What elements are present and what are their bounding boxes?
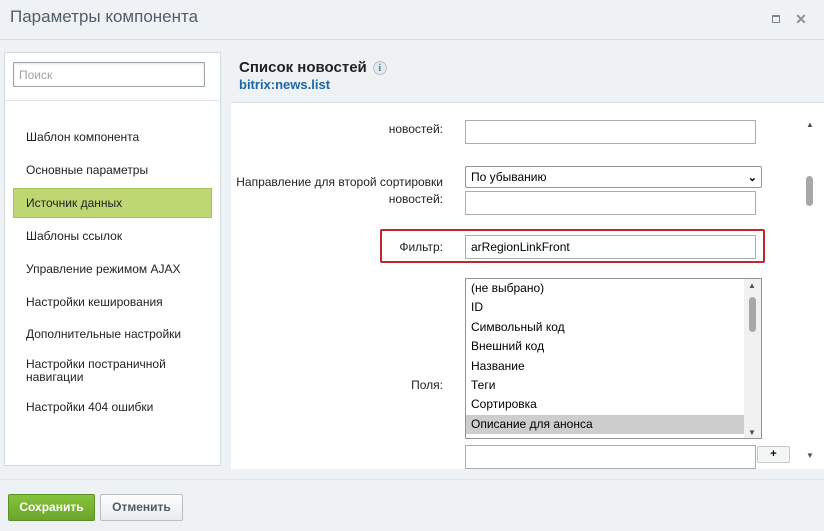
sort2-label-line2: новостей: [388, 192, 443, 206]
save-button[interactable]: Сохранить [8, 494, 95, 521]
search-input[interactable] [13, 62, 205, 87]
listbox-scrollbar[interactable]: ▲ ▼ [744, 279, 761, 438]
chevron-down-icon: ⌄ [747, 172, 757, 184]
sidebar-item-additional[interactable]: Дополнительные настройки [5, 318, 220, 351]
sidebar-item-label: Дополнительные настройки [26, 327, 182, 342]
sidebar-item-label: Основные параметры [26, 163, 149, 178]
sort2-direction-select[interactable]: По убыванию ⌄ [465, 166, 762, 188]
sidebar-item-label: Настройки постраничной навигации [26, 356, 166, 384]
list-item[interactable]: (не выбрано) [466, 279, 744, 298]
list-item[interactable]: Сортировка [466, 395, 744, 414]
component-code: bitrix:news.list [239, 77, 331, 92]
sidebar-item-label: Шаблоны ссылок [26, 228, 123, 243]
sidebar-item-template[interactable]: Шаблон компонента [5, 121, 220, 154]
sidebar-item-label: Настройки кеширования [26, 294, 163, 309]
window-title: Параметры компонента [10, 7, 199, 26]
listbox-scroll-thumb[interactable] [749, 297, 756, 332]
sort1-label: новостей: [388, 122, 443, 136]
fields-custom-input[interactable] [465, 445, 756, 469]
sidebar-item-data-source[interactable]: Источник данных [13, 187, 212, 218]
sidebar-item-label: Управление режимом AJAX [26, 261, 181, 276]
fields-listbox[interactable]: (не выбрано) ID Символьный код Внешний к… [465, 278, 762, 439]
main-header: Список новостей i bitrix:news.list [239, 59, 387, 92]
list-item[interactable]: Символьный код [466, 318, 744, 337]
sidebar-item-main-params[interactable]: Основные параметры [5, 154, 220, 187]
panel-scrollbar[interactable]: ▲ ▼ [803, 118, 817, 464]
sidebar-item-cache[interactable]: Настройки кеширования [5, 285, 220, 318]
scroll-up-icon[interactable]: ▲ [806, 120, 814, 129]
sidebar-item-ajax[interactable]: Управление режимом AJAX [5, 252, 220, 285]
maximize-button[interactable] [768, 11, 784, 27]
sidebar-item-pagination[interactable]: Настройки постраничной навигации [5, 351, 220, 391]
close-icon: ✕ [795, 11, 807, 27]
sort2-custom-input[interactable] [465, 191, 756, 215]
sidebar-item-link-templates[interactable]: Шаблоны ссылок [5, 220, 220, 253]
sidebar-item-label: Источник данных [26, 195, 123, 210]
cancel-button[interactable]: Отменить [100, 494, 183, 521]
close-button[interactable]: ✕ [793, 11, 809, 27]
nav-list: Шаблон компонента Основные параметры Ист… [5, 121, 220, 424]
sidebar-divider [5, 100, 220, 101]
list-item[interactable]: Теги [466, 376, 744, 395]
panel-scroll-thumb[interactable] [806, 176, 813, 206]
maximize-icon [772, 15, 780, 23]
sidebar-item-label: Настройки 404 ошибки [26, 400, 154, 415]
page-title: Список новостей [239, 59, 367, 76]
filter-input[interactable] [465, 235, 756, 259]
info-icon[interactable]: i [372, 61, 387, 75]
params-panel: новостей: Направление для второй сортиро… [231, 103, 824, 469]
scroll-down-icon[interactable]: ▼ [806, 451, 814, 460]
sort1-custom-input[interactable] [465, 120, 756, 144]
list-item[interactable]: ID [466, 298, 744, 317]
sidebar-item-404[interactable]: Настройки 404 ошибки [5, 391, 220, 424]
filter-label: Фильтр: [399, 240, 443, 254]
list-item[interactable]: Название [466, 357, 744, 376]
scroll-up-icon[interactable]: ▲ [748, 281, 756, 290]
add-field-button[interactable]: + [757, 446, 790, 463]
scroll-down-icon[interactable]: ▼ [748, 428, 756, 437]
sort2-select-value: По убыванию [471, 170, 547, 184]
footer: Сохранить Отменить [0, 479, 824, 531]
list-item[interactable]: Внешний код [466, 337, 744, 356]
sidebar: Шаблон компонента Основные параметры Ист… [4, 52, 221, 466]
sidebar-item-label: Шаблон компонента [26, 130, 140, 145]
titlebar: Параметры компонента ✕ [0, 0, 824, 40]
fields-label: Поля: [411, 378, 443, 392]
list-item-selected[interactable]: Описание для анонса [466, 414, 744, 435]
